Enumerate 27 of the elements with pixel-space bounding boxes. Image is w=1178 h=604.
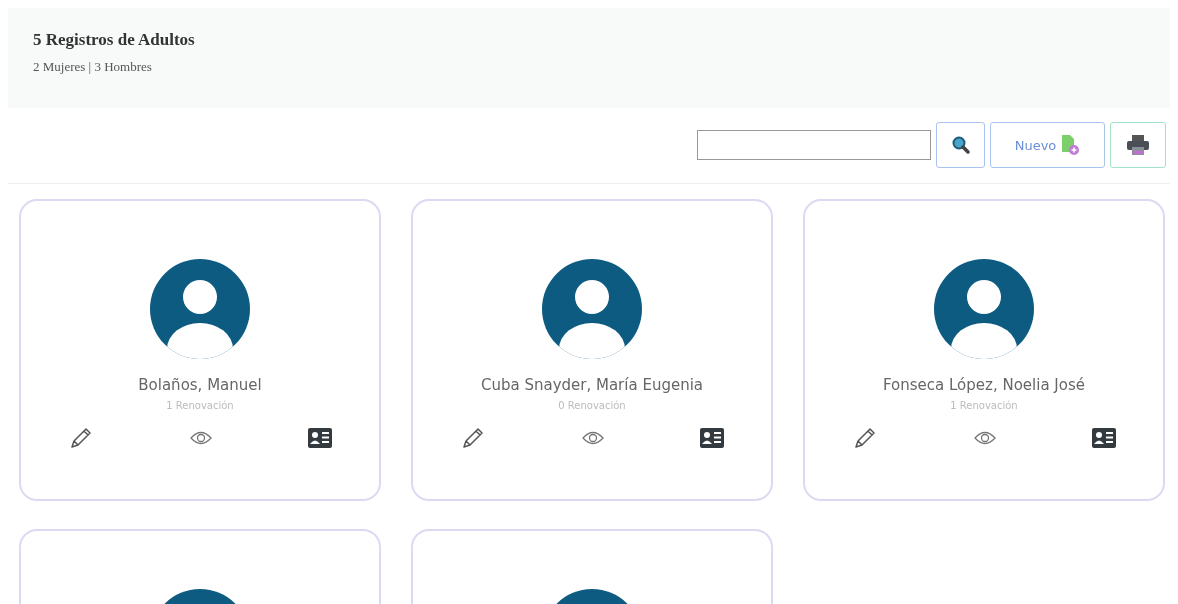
id-card-icon[interactable]	[308, 428, 332, 448]
pencil-icon[interactable]	[68, 425, 94, 451]
document-add-icon	[1060, 134, 1081, 156]
eye-icon[interactable]	[582, 430, 604, 446]
id-card-icon[interactable]	[700, 428, 724, 448]
search-icon	[950, 135, 971, 155]
person-name: Fonseca López, Noelia José	[883, 376, 1085, 394]
print-button[interactable]	[1110, 122, 1166, 168]
page-title: 5 Registros de Adultos	[33, 30, 196, 50]
pencil-icon[interactable]	[852, 425, 878, 451]
search-field[interactable]	[697, 130, 931, 160]
avatar-icon	[150, 259, 250, 359]
eye-icon[interactable]	[974, 430, 996, 446]
avatar-icon	[934, 259, 1034, 359]
person-name: Cuba Snayder, María Eugenia	[480, 376, 703, 394]
avatar-icon	[542, 259, 642, 359]
printer-icon	[1126, 134, 1150, 156]
person-name: Bolaños, Manuel	[138, 376, 262, 394]
search-button[interactable]	[936, 122, 985, 168]
renewal-count: 1 Renovación	[950, 400, 1018, 411]
pencil-icon[interactable]	[460, 425, 486, 451]
renewal-count: 0 Renovación	[558, 400, 626, 411]
renewal-count: 1 Renovación	[166, 400, 234, 411]
id-card-icon[interactable]	[1092, 428, 1116, 448]
new-button[interactable]: Nuevo	[990, 122, 1105, 168]
eye-icon[interactable]	[190, 430, 212, 446]
gender-count: 2 Mujeres | 3 Hombres	[33, 59, 153, 75]
